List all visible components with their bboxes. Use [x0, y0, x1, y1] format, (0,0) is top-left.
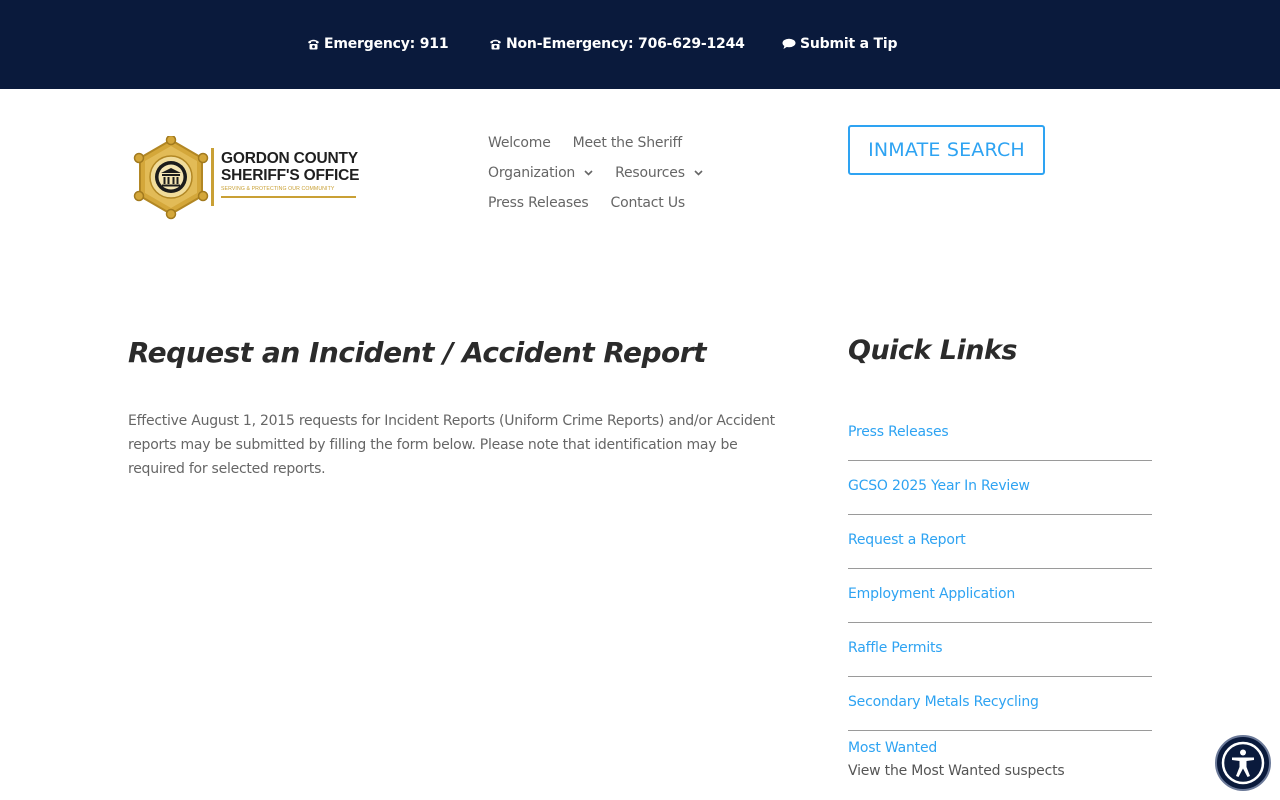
logo-line-1: GORDON COUNTY [221, 150, 358, 167]
nav-item-press-releases[interactable]: Press Releases [488, 195, 589, 211]
chevron-down-icon [694, 170, 703, 176]
nav-item-welcome[interactable]: Welcome [488, 135, 551, 151]
page-intro-text: Effective August 1, 2015 requests for In… [128, 413, 775, 477]
emergency-label: Emergency: 911 [324, 36, 449, 52]
quick-link-secondary-metals[interactable]: Secondary Metals Recycling [848, 694, 1039, 710]
list-item: Press Releases [848, 400, 1152, 461]
chevron-down-icon [584, 170, 593, 176]
speech-bubble-icon [782, 37, 796, 51]
non-emergency-label: Non-Emergency: 706-629-1244 [506, 36, 745, 52]
quick-link-employment-application[interactable]: Employment Application [848, 586, 1015, 602]
nav-item-label: Press Releases [488, 195, 589, 211]
quick-link-raffle-permits[interactable]: Raffle Permits [848, 640, 943, 656]
accessibility-button[interactable] [1215, 735, 1271, 791]
list-item: Request a Report [848, 515, 1152, 569]
submit-tip-label: Submit a Tip [800, 36, 898, 52]
quick-link-press-releases[interactable]: Press Releases [848, 424, 949, 440]
quick-link-year-in-review[interactable]: GCSO 2025 Year In Review [848, 478, 1030, 494]
list-item: Secondary Metals Recycling [848, 677, 1152, 731]
nav-item-meet-the-sheriff[interactable]: Meet the Sheriff [572, 135, 683, 151]
nav-item-organization[interactable]: Organization [488, 165, 593, 181]
quick-link-most-wanted[interactable]: Most Wanted [848, 740, 1064, 760]
emergency-link[interactable]: Emergency: 911 [306, 34, 449, 54]
nav-item-contact-us[interactable]: Contact Us [610, 195, 686, 211]
logo-underline [221, 196, 356, 198]
main-nav: Welcome Meet the Sheriff Organization Re… [488, 128, 818, 218]
inmate-search-button[interactable]: INMATE SEARCH [848, 125, 1045, 175]
logo-tagline: SERVING & PROTECTING OUR COMMUNITY [221, 186, 335, 192]
quick-links-list: Press Releases GCSO 2025 Year In Review … [848, 400, 1152, 731]
nav-item-label: Welcome [488, 135, 551, 151]
nav-item-resources[interactable]: Resources [615, 165, 703, 181]
submit-tip-link[interactable]: Submit a Tip [782, 34, 898, 54]
quick-links-title: Quick Links [848, 335, 1018, 366]
list-item: Raffle Permits [848, 623, 1152, 677]
nav-item-label: Meet the Sheriff [572, 135, 683, 151]
list-item: GCSO 2025 Year In Review [848, 461, 1152, 515]
list-item: Most Wanted View the Most Wanted suspect… [848, 740, 1065, 779]
list-item: Employment Application [848, 569, 1152, 623]
sheriff-badge-icon [133, 136, 209, 220]
non-emergency-link[interactable]: Non-Emergency: 706-629-1244 [488, 34, 745, 54]
nav-item-label: Resources [615, 165, 685, 181]
site-logo[interactable]: GORDON COUNTY SHERIFF'S OFFICE SERVING &… [131, 136, 367, 220]
quick-link-request-report[interactable]: Request a Report [848, 532, 966, 548]
most-wanted-description: View the Most Wanted suspects [848, 763, 1065, 779]
nav-item-label: Contact Us [610, 195, 686, 211]
logo-wordmark: GORDON COUNTY SHERIFF'S OFFICE SERVING &… [221, 150, 359, 192]
logo-divider [211, 148, 214, 206]
phone-icon [306, 37, 320, 51]
top-bar: Emergency: 911 Non-Emergency: 706-629-12… [0, 0, 1280, 89]
accessibility-icon [1221, 741, 1265, 785]
logo-line-2: SHERIFF'S OFFICE [221, 167, 360, 184]
phone-icon [488, 37, 502, 51]
nav-item-label: Organization [488, 165, 576, 181]
page-title: Request an Incident / Accident Report [128, 336, 706, 369]
